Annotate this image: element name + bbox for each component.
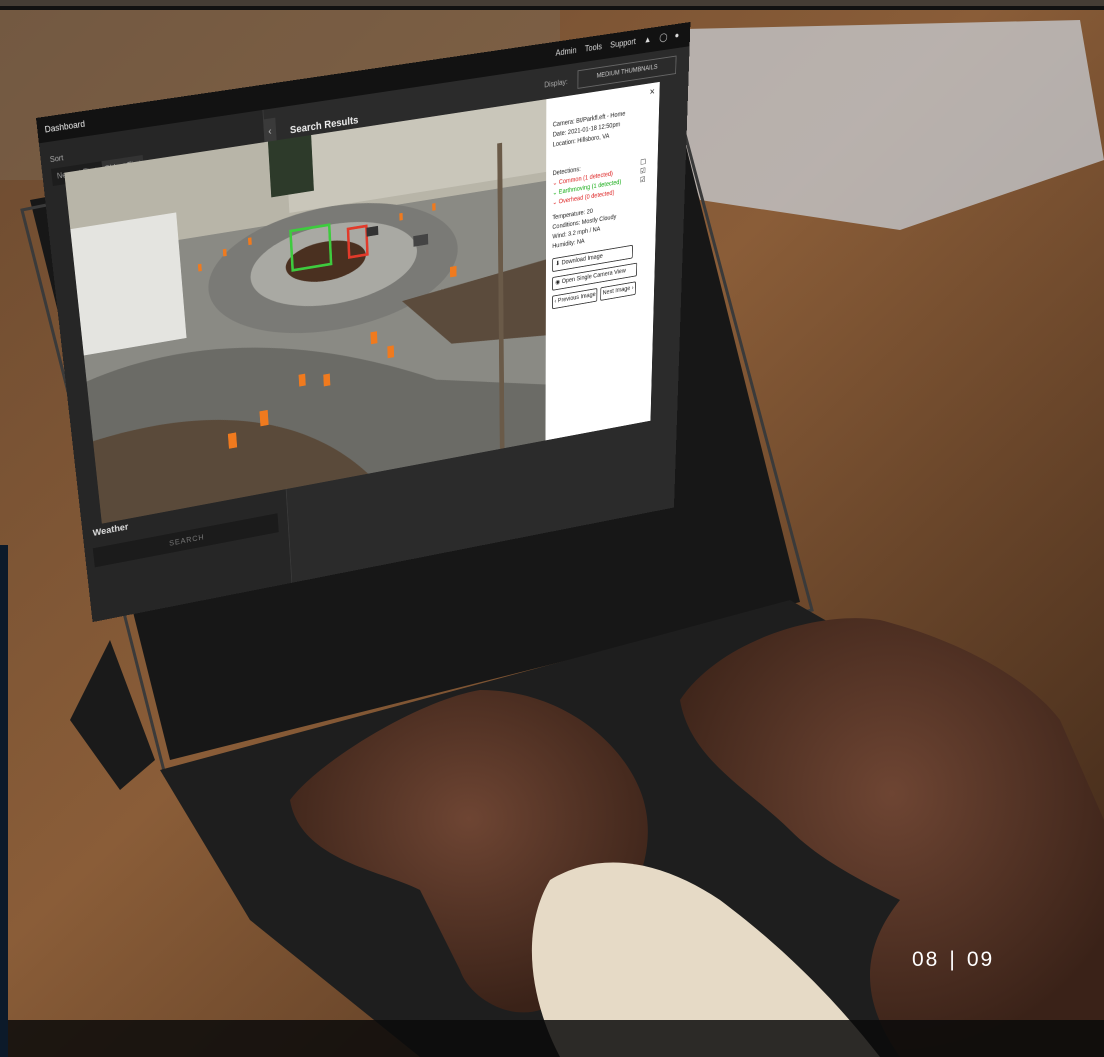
previous-image-button[interactable]: ‹ Previous Image (552, 288, 597, 309)
search-button[interactable]: SEARCH (93, 513, 279, 567)
app-window: Dashboard Admin Tools Support ▲ ◯ ● Sort… (36, 22, 690, 622)
app-title: Dashboard (44, 119, 85, 135)
open-single-label: Open Single Camera View (562, 268, 626, 285)
nav-tools[interactable]: Tools (585, 42, 602, 54)
nav-admin[interactable]: Admin (555, 45, 576, 58)
page-number: 08 | 09 (912, 948, 994, 972)
next-image-button[interactable]: Next Image › (600, 281, 636, 301)
page-left: 08 (912, 948, 939, 971)
weather-section-title: Weather (92, 522, 129, 538)
sort-label: Sort (49, 153, 63, 164)
weather-conditions: Temperature: 20 Conditions: Mostly Cloud… (552, 203, 616, 252)
detection-checkboxes: ☐ ☑ ☑ (640, 158, 646, 185)
camera-image (64, 99, 546, 523)
user-icon[interactable]: ● (675, 30, 683, 39)
previous-label: Previous Image (558, 292, 596, 304)
page-separator: | (949, 948, 956, 971)
next-label: Next Image (603, 286, 631, 297)
display-label: Display: (544, 77, 567, 89)
photo-scene: Dashboard Admin Tools Support ▲ ◯ ● Sort… (0, 0, 1104, 1057)
detail-panel: × Camera: Bt/Parkfl.eft - Home Date: 202… (546, 82, 660, 440)
top-nav: Admin Tools Support ▲ ◯ ● (555, 30, 682, 58)
page-right: 09 (967, 948, 994, 971)
image-metadata: Camera: Bt/Parkfl.eft - Home Date: 2021-… (553, 109, 626, 150)
checkbox-overhead[interactable]: ☑ (640, 175, 646, 185)
globe-icon[interactable]: ◯ (659, 32, 667, 41)
nav-support[interactable]: Support (610, 37, 636, 50)
bell-icon[interactable]: ▲ (644, 35, 652, 44)
close-icon[interactable]: × (649, 86, 654, 98)
tablet-screen: Dashboard Admin Tools Support ▲ ◯ ● Sort… (0, 0, 1104, 1057)
detections-list: Detections: ⌄ Common (1 detected) ⌄ Eart… (552, 158, 621, 208)
download-label: Download Image (562, 253, 603, 266)
